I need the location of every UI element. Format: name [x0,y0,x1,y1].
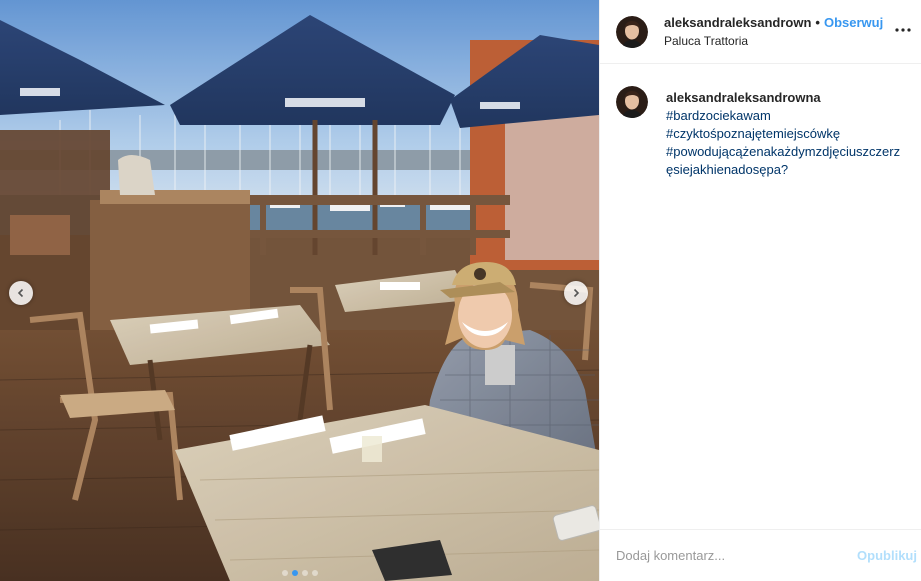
carousel-next-button[interactable] [564,281,588,305]
caption-body: aleksandraleksandrowna #bardzociekawam #… [666,86,905,179]
carousel-indicator [0,570,599,576]
author-avatar[interactable] [616,15,648,48]
post-header: aleksandraleksandrown • Obserwuj Paluca … [600,0,921,64]
carousel-dot-active [291,570,298,576]
caption-username[interactable]: aleksandraleksandrowna [666,89,905,107]
add-comment-bar: Opublikuj [600,529,921,581]
post-photo[interactable] [0,0,599,581]
post-sidebar: aleksandraleksandrown • Obserwuj Paluca … [599,0,921,581]
instagram-post: aleksandraleksandrown • Obserwuj Paluca … [0,0,921,581]
carousel-dot [281,570,288,576]
carousel-dot [311,570,318,576]
author-username[interactable]: aleksandraleksandrown [664,15,811,30]
carousel-previous-button[interactable] [9,281,33,305]
caption-author-avatar[interactable] [616,86,648,118]
hashtag-link[interactable]: #bardzociekawam [666,107,905,125]
more-options-icon [895,28,911,32]
comments-section: aleksandraleksandrowna #bardzociekawam #… [600,64,921,529]
chevron-left-icon [17,288,24,298]
hashtag-link[interactable]: #czyktośpoznajętemiejscówkę [666,125,905,143]
separator-dot: • [815,15,820,30]
header-text: aleksandraleksandrown • Obserwuj Paluca … [664,15,883,48]
post-location[interactable]: Paluca Trattoria [664,34,883,48]
carousel-dot [301,570,308,576]
more-options-button[interactable] [891,18,915,42]
restaurant-photo [0,0,599,581]
follow-button[interactable]: Obserwuj [824,15,883,30]
header-line: aleksandraleksandrown • Obserwuj [664,15,883,30]
comment-input[interactable] [616,546,850,565]
hashtag-link[interactable]: #powodującążenakażdymzdjęciuszczerzęsiej… [666,143,905,179]
profile-avatar-icon [616,86,648,118]
chevron-right-icon [573,288,580,298]
profile-avatar-icon [616,15,648,48]
caption-comment: aleksandraleksandrowna #bardzociekawam #… [616,86,905,179]
publish-button[interactable]: Opublikuj [849,548,917,563]
